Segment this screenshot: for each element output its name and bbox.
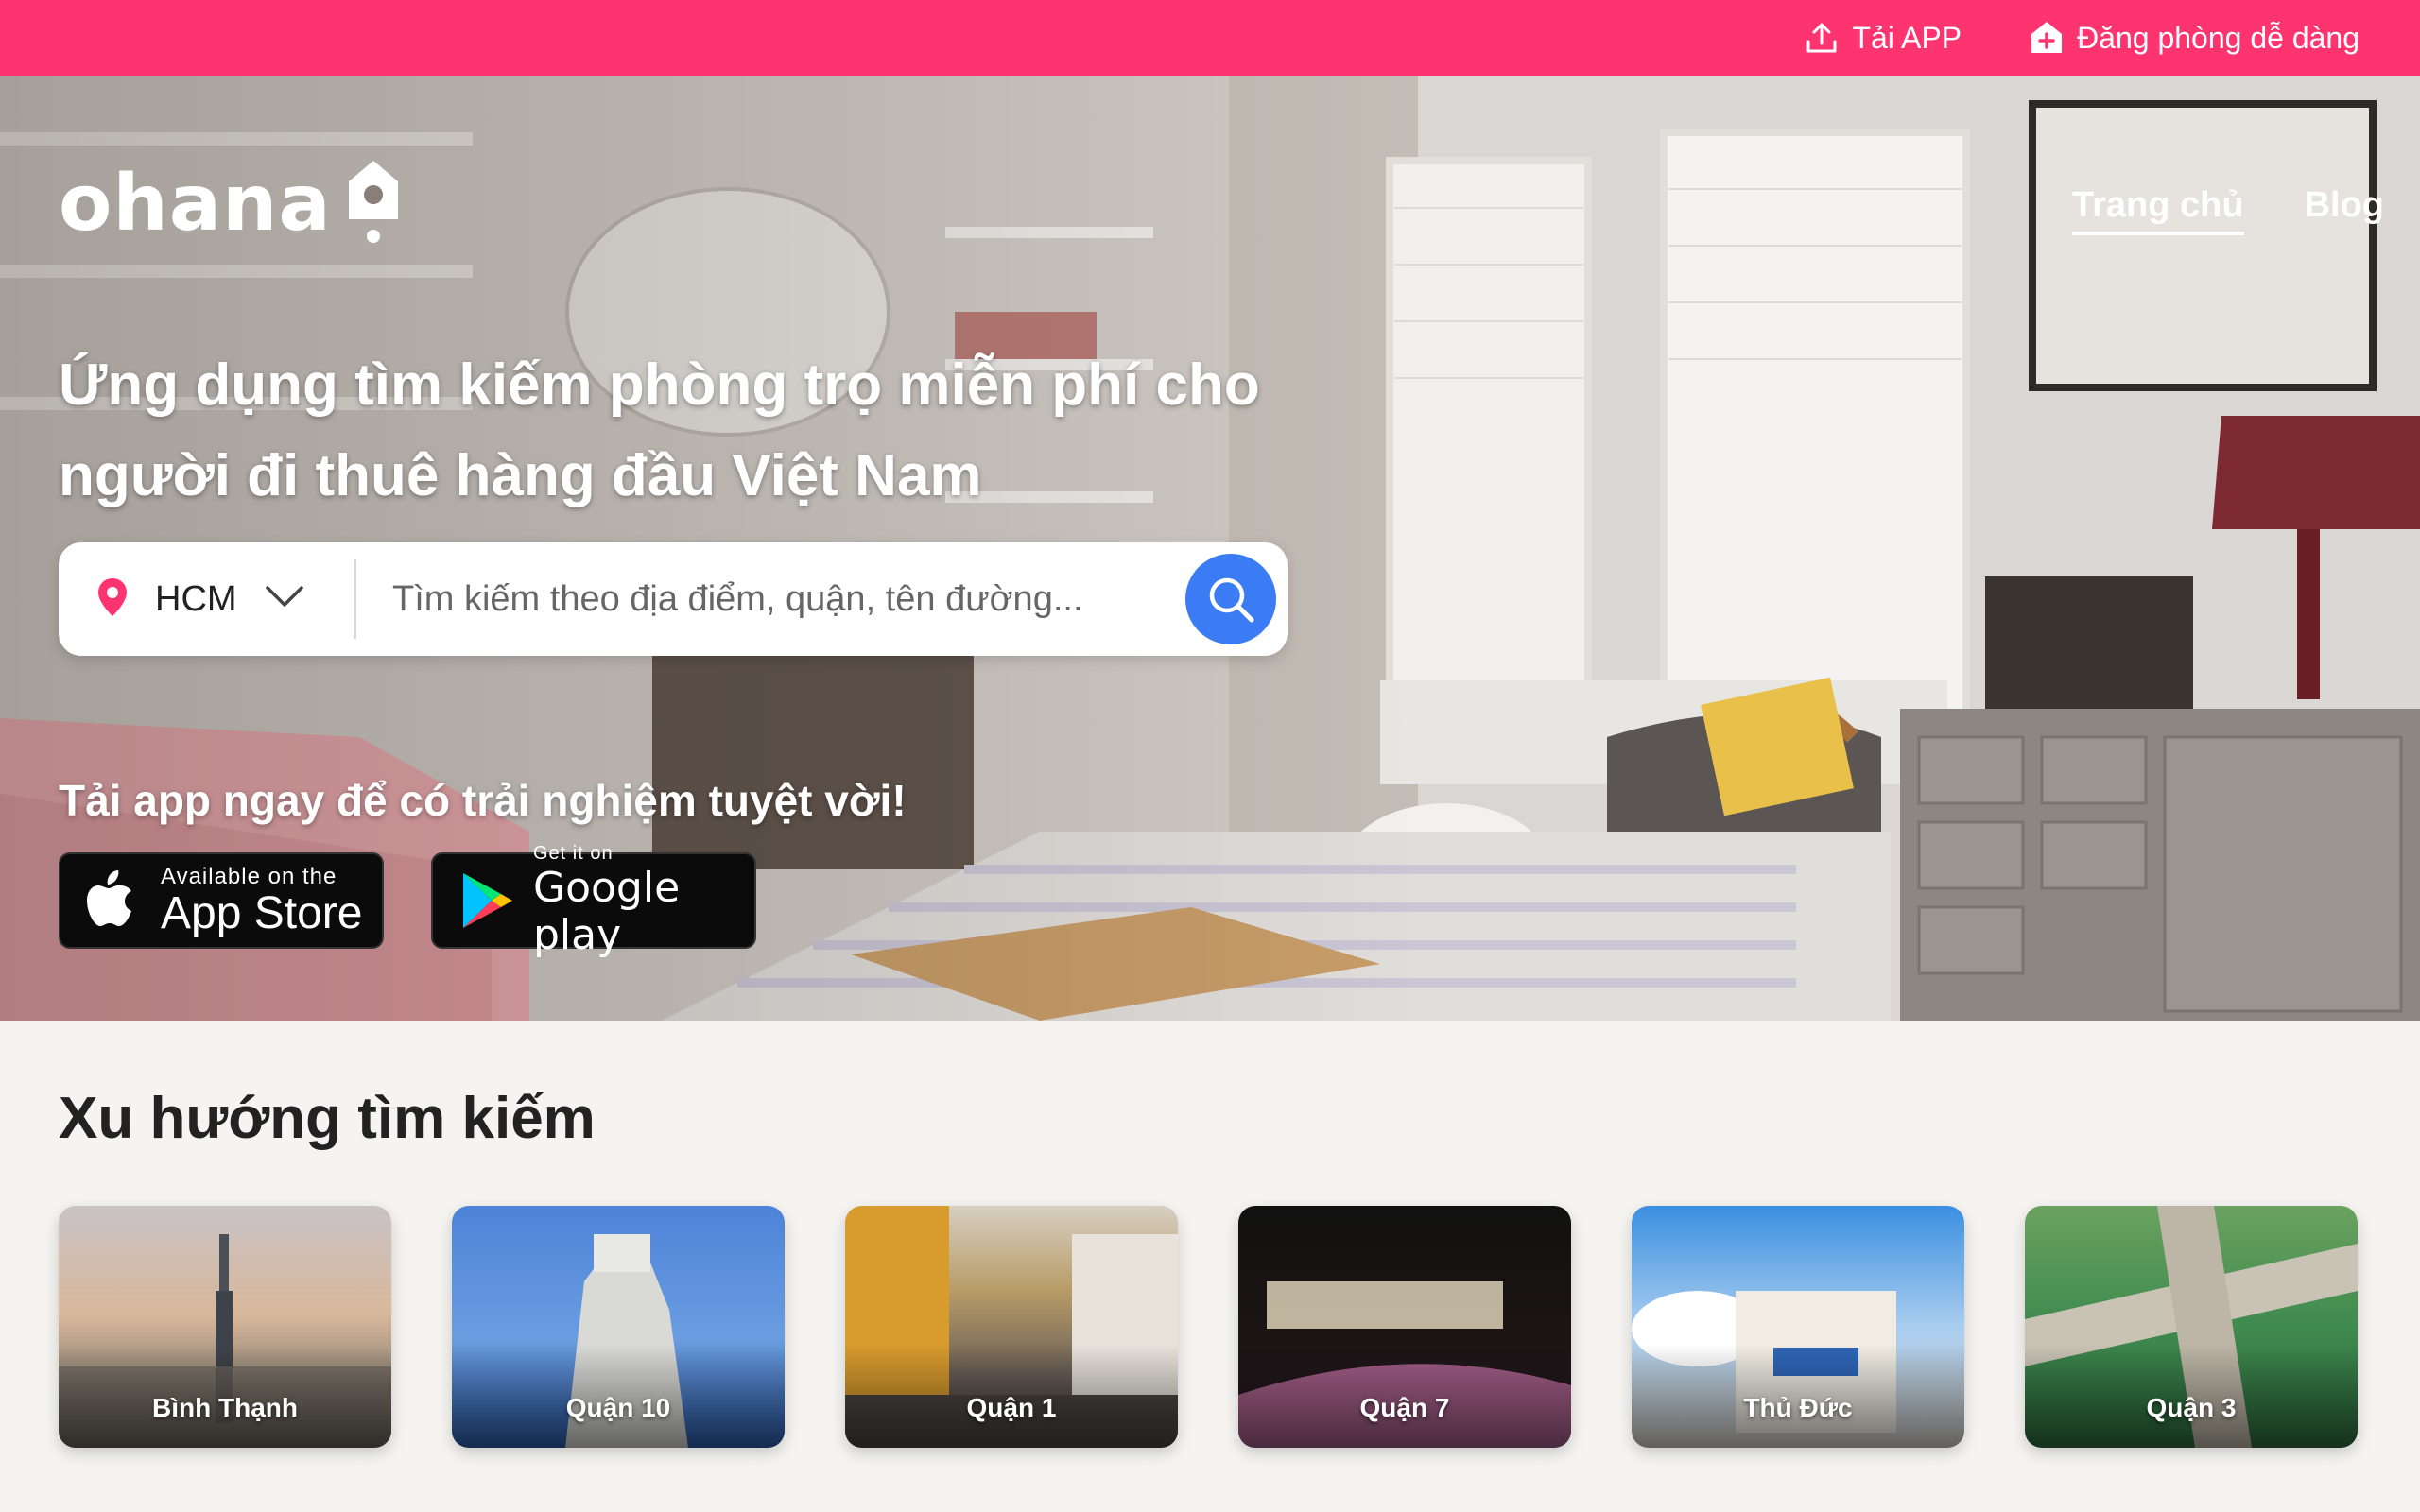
hero-headline-line-1: Ứng dụng tìm kiếm phòng trọ miễn phí cho: [59, 352, 1260, 418]
google-play-small-text: Get it on: [533, 842, 614, 864]
hero-headline-line-2: người đi thuê hàng đầu Việt Nam: [59, 443, 982, 508]
trending-title: Xu hướng tìm kiếm: [59, 1086, 596, 1151]
app-store-big-text: App Store: [161, 888, 363, 938]
search-input[interactable]: [356, 542, 1185, 656]
post-room-link[interactable]: Đăng phòng dễ dàng: [2028, 19, 2360, 57]
trending-card-quan-7[interactable]: Quận 7: [1238, 1206, 1571, 1448]
post-room-label: Đăng phòng dễ dàng: [2077, 20, 2360, 55]
card-label: Quận 7: [1359, 1393, 1450, 1422]
download-app-link[interactable]: Tải APP: [1803, 19, 1962, 57]
search-icon: [1209, 577, 1254, 623]
card-label: Quận 3: [2146, 1393, 2237, 1422]
search-button[interactable]: [1185, 554, 1276, 644]
google-play-icon: [463, 873, 512, 928]
ohana-logo[interactable]: ohana: [59, 157, 402, 250]
app-store-button[interactable]: Available on the App Store: [59, 852, 384, 949]
main-nav: Trang chủ Blog: [2071, 185, 2384, 235]
nav-blog[interactable]: Blog: [2305, 185, 2384, 235]
trending-card-quan-1[interactable]: Quận 1: [845, 1206, 1178, 1448]
logo-text: ohana: [59, 159, 332, 249]
google-play-button[interactable]: Get it on Google play: [431, 843, 756, 958]
nav-home[interactable]: Trang chủ: [2071, 185, 2244, 235]
download-cta-text: Tải app ngay để có trải nghiệm tuyệt vời…: [59, 776, 907, 825]
card-label: Bình Thạnh: [152, 1393, 298, 1422]
city-dropdown[interactable]: HCM: [59, 542, 354, 656]
top-bar: Tải APP Đăng phòng dễ dàng: [0, 0, 2420, 76]
apple-icon: [87, 870, 131, 926]
app-store-small-text: Available on the: [161, 864, 337, 889]
city-value: HCM: [155, 578, 237, 619]
trending-card-quan-10[interactable]: Quận 10: [452, 1206, 785, 1448]
trending-card-thu-duc[interactable]: Thủ Đức: [1632, 1206, 1964, 1448]
google-play-big-text: Google play: [533, 863, 681, 959]
house-plus-icon: [2031, 22, 2063, 53]
card-label: Quận 1: [966, 1393, 1057, 1422]
search-bar: HCM: [59, 542, 1288, 656]
download-app-label: Tải APP: [1852, 20, 1962, 55]
upload-icon: [1806, 23, 1837, 53]
house-logo-icon: [345, 157, 402, 250]
chevron-down-icon: [264, 584, 305, 615]
trending-card-binh-thanh[interactable]: Bình Thạnh: [59, 1206, 391, 1448]
trending-card-quan-3[interactable]: Quận 3: [2025, 1206, 2358, 1448]
hero-headline: Ứng dụng tìm kiếm phòng trọ miễn phí cho…: [59, 340, 1363, 522]
hero-banner: ohana Trang chủ Blog Ứng dụng tìm kiếm p…: [0, 76, 2420, 1021]
location-pin-icon: [96, 576, 129, 623]
card-label: Quận 10: [565, 1393, 671, 1422]
trending-cards: Bình Thạnh Quận 10 Quận 1 Quận 7 Thủ Đức: [59, 1206, 2358, 1448]
card-label: Thủ Đức: [1743, 1393, 1853, 1422]
